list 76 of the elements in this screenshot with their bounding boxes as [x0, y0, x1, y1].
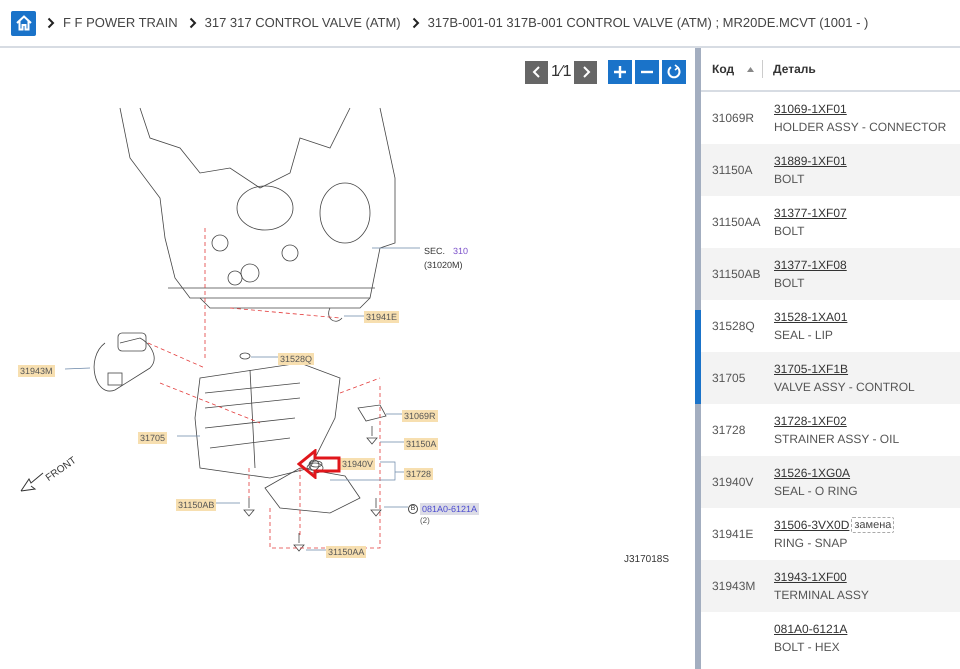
part-number-link[interactable]: 31069-1XF01 — [774, 100, 847, 118]
part-description: BOLT — [774, 223, 806, 240]
part-callout: 081A0-6121A — [420, 503, 480, 515]
part-description: VALVE ASSY - CONTROL — [774, 379, 915, 396]
part-number-link[interactable]: 31377-1XF08 — [774, 256, 847, 274]
chevron-right-icon — [47, 17, 55, 29]
home-icon — [14, 14, 32, 32]
chevron-right-icon — [412, 17, 420, 29]
part-number-link[interactable]: 31728-1XF02 — [774, 412, 847, 430]
drawing-code: J317018S — [624, 553, 670, 567]
part-description: SEAL - O RING — [774, 483, 858, 500]
section-number: 310 — [453, 245, 468, 258]
part-code: 31150A — [712, 163, 752, 177]
table-row[interactable]: 31705 31705-1XF1B VALVE ASSY - CONTROL — [701, 352, 960, 404]
column-header[interactable]: Код — [712, 60, 734, 78]
breadcrumb-link[interactable]: F F POWER TRAIN — [63, 13, 178, 33]
part-callout: 31150AA — [326, 546, 366, 558]
part-number-link[interactable]: 31506-3VX0D — [774, 516, 850, 534]
home-button[interactable] — [11, 10, 36, 36]
part-callout: 31069R — [402, 410, 438, 422]
part-code: 31943M — [712, 579, 756, 593]
part-description: HOLDER ASSY - CONNECTOR — [774, 119, 946, 136]
part-callout: 31150AB — [176, 499, 216, 511]
part-number-link[interactable]: 31705-1XF1B — [774, 360, 848, 378]
part-callout: 31941E — [364, 311, 400, 323]
column-header[interactable]: Деталь — [773, 60, 816, 78]
chevron-right-icon — [188, 17, 197, 29]
part-callout: 31150A — [404, 438, 438, 450]
table-row[interactable]: 31150A 31889-1XF01 BOLT — [701, 144, 960, 196]
scrollbar-thumb[interactable] — [695, 310, 701, 404]
part-code: 31941E — [712, 527, 754, 541]
refresh-icon — [666, 64, 682, 80]
part-number-link[interactable]: 081A0-6121A — [774, 620, 848, 638]
part-number-link[interactable]: 31377-1XF07 — [774, 204, 847, 222]
next-page-button[interactable] — [574, 60, 598, 84]
replacement-tag: замена — [851, 517, 894, 533]
part-callout: 31528Q — [278, 353, 314, 365]
quantity-label: (2) — [420, 515, 431, 527]
part-description: SEAL - LIP — [774, 327, 834, 344]
breadcrumb-link[interactable]: 317 317 CONTROL VALVE (ATM) — [204, 13, 401, 33]
breadcrumb-link[interactable]: 317B-001-01 317B-001 CONTROL VALVE (ATM) ; MR20DE.MCVT (1001 - ) — [428, 13, 868, 33]
part-callout: 31943M — [18, 365, 55, 377]
part-number-link[interactable]: 31943-1XF00 — [774, 568, 847, 586]
highlight-arrow-icon — [297, 449, 341, 479]
part-description: TERMINAL ASSY — [774, 587, 869, 604]
part-code: 31705 — [712, 371, 746, 385]
zoom-out-button[interactable] — [635, 60, 660, 84]
part-number-link[interactable]: 31528-1XA01 — [774, 308, 848, 326]
reset-view-button[interactable] — [662, 60, 686, 84]
part-code: 31150AB — [712, 267, 760, 281]
part-callout: 31940V — [340, 458, 376, 470]
plus-icon — [613, 65, 628, 79]
section-label: SEC. — [424, 245, 446, 258]
part-description: RING - SNAP — [774, 535, 848, 552]
table-row[interactable]: 31940V 31526-1XG0A SEAL - O RING — [701, 456, 960, 508]
part-code: 31940V — [712, 475, 754, 489]
chevron-right-icon — [580, 66, 591, 78]
table-row[interactable]: 31943M 31943-1XF00 TERMINAL ASSY — [701, 560, 960, 612]
part-description: BOLT - HEX — [774, 639, 841, 656]
part-description: BOLT — [774, 171, 806, 188]
chevron-left-icon — [532, 66, 542, 78]
part-number-link[interactable]: 31889-1XF01 — [774, 152, 847, 170]
part-code: 31150AA — [712, 215, 760, 229]
zoom-in-button[interactable] — [608, 60, 632, 84]
part-code: 31528Q — [712, 319, 755, 333]
part-number-link[interactable]: 31526-1XG0A — [774, 464, 850, 482]
part-callout: 31705 — [138, 432, 168, 444]
part-code: 31728 — [712, 423, 746, 437]
assembly-code: (31020M) — [424, 258, 464, 272]
part-description: BOLT — [774, 275, 806, 292]
part-callout: 31728 — [404, 468, 434, 480]
part-code: 31069R — [712, 111, 754, 125]
previous-page-button[interactable] — [525, 60, 548, 84]
page-indicator: 1⁄1 — [550, 62, 572, 82]
table-row[interactable]: 31150AB 31377-1XF08 BOLT — [701, 248, 960, 300]
part-description: STRAINER ASSY - OIL — [774, 431, 900, 448]
